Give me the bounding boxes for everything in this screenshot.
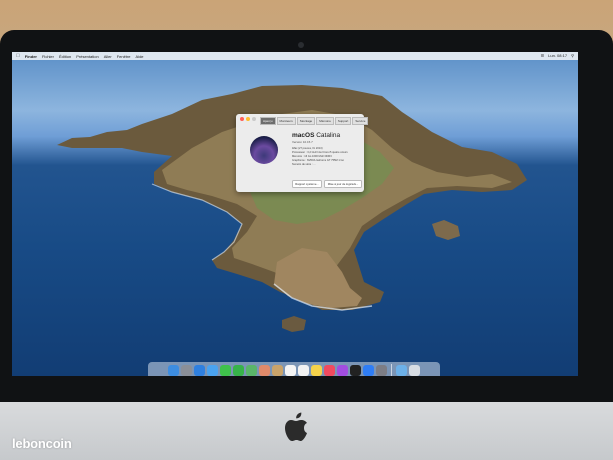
dock-separator	[391, 364, 392, 376]
camera-icon	[298, 42, 304, 48]
spec-serial: Numéro de série : ...	[292, 163, 316, 166]
monitor-bezel:  Finder Fichier Édition Présentation Al…	[0, 30, 613, 402]
menu-aide[interactable]: Aide	[136, 54, 144, 59]
menu-bar:  Finder Fichier Édition Présentation Al…	[12, 52, 578, 60]
dock-trash-icon[interactable]	[409, 364, 420, 376]
dock-calendar-icon[interactable]	[285, 364, 296, 376]
spec-list: iMac (27 pouces, fin 2013) Processeur : …	[292, 147, 348, 167]
dock-music-icon[interactable]	[324, 364, 335, 376]
apple-logo-icon	[285, 412, 307, 441]
wifi-icon[interactable]: ☰	[541, 53, 545, 58]
about-this-mac-window: Aperçu Moniteurs Stockage Mémoire Suppor…	[236, 114, 369, 192]
menu-edition[interactable]: Édition	[59, 54, 71, 59]
os-title-bold: macOS	[292, 132, 315, 139]
os-title-light: Catalina	[316, 132, 341, 139]
dock-finder-icon[interactable]	[168, 364, 179, 376]
dock-messages-icon[interactable]	[220, 364, 231, 376]
dock-photos-icon[interactable]	[259, 364, 270, 376]
dock-contacts-icon[interactable]	[272, 364, 283, 376]
software-update-button[interactable]: Mise à jour de logiciels...	[324, 180, 362, 188]
dock-reminders-icon[interactable]	[298, 364, 309, 376]
apple-menu-icon[interactable]: 	[16, 53, 20, 59]
dock-safari-icon[interactable]	[194, 364, 205, 376]
tab-service[interactable]: Service	[352, 117, 369, 125]
menubar-clock[interactable]: Lun. 08:17	[548, 53, 567, 58]
dock-facetime-icon[interactable]	[233, 364, 244, 376]
minimize-button[interactable]	[246, 117, 250, 121]
system-report-button[interactable]: Rapport système...	[292, 180, 322, 188]
about-tabs: Aperçu Moniteurs Stockage Mémoire Suppor…	[260, 117, 369, 125]
tab-apercu[interactable]: Aperçu	[260, 117, 276, 125]
tab-support[interactable]: Support	[334, 117, 352, 125]
close-button[interactable]	[240, 117, 244, 121]
dock-launchpad-icon[interactable]	[181, 364, 192, 376]
tab-moniteurs[interactable]: Moniteurs	[276, 117, 296, 125]
menu-fichier[interactable]: Fichier	[42, 54, 54, 59]
tab-stockage[interactable]: Stockage	[296, 117, 316, 125]
dock-notes-icon[interactable]	[311, 364, 322, 376]
dock-app-store-icon[interactable]	[363, 364, 374, 376]
menu-finder[interactable]: Finder	[25, 54, 37, 59]
catalina-wallpaper	[57, 85, 527, 332]
os-version: Version 10.15.7	[292, 140, 313, 144]
leboncoin-watermark: leboncoin	[12, 436, 72, 451]
imac-computer:  Finder Fichier Édition Présentation Al…	[0, 30, 613, 460]
dock-tv-icon[interactable]	[350, 364, 361, 376]
monitor-chin	[0, 402, 613, 460]
macos-catalina-icon	[250, 136, 278, 164]
menu-presentation[interactable]: Présentation	[76, 54, 98, 59]
dock-system-preferences-icon[interactable]	[376, 364, 387, 376]
menu-fenetre[interactable]: Fenêtre	[117, 54, 131, 59]
window-titlebar: Aperçu Moniteurs Stockage Mémoire Suppor…	[236, 114, 369, 125]
spotlight-icon[interactable]: ⚲	[571, 53, 574, 58]
dock-maps-icon[interactable]	[246, 364, 257, 376]
zoom-button	[252, 117, 256, 121]
desktop-screen:  Finder Fichier Édition Présentation Al…	[12, 52, 578, 376]
menu-aller[interactable]: Aller	[104, 54, 112, 59]
tab-memoire[interactable]: Mémoire	[316, 117, 334, 125]
dock-podcasts-icon[interactable]	[337, 364, 348, 376]
dock	[148, 362, 440, 376]
os-title: macOS Catalina	[292, 132, 340, 139]
dock-mail-icon[interactable]	[207, 364, 218, 376]
dock-downloads-folder-icon[interactable]	[396, 364, 407, 376]
